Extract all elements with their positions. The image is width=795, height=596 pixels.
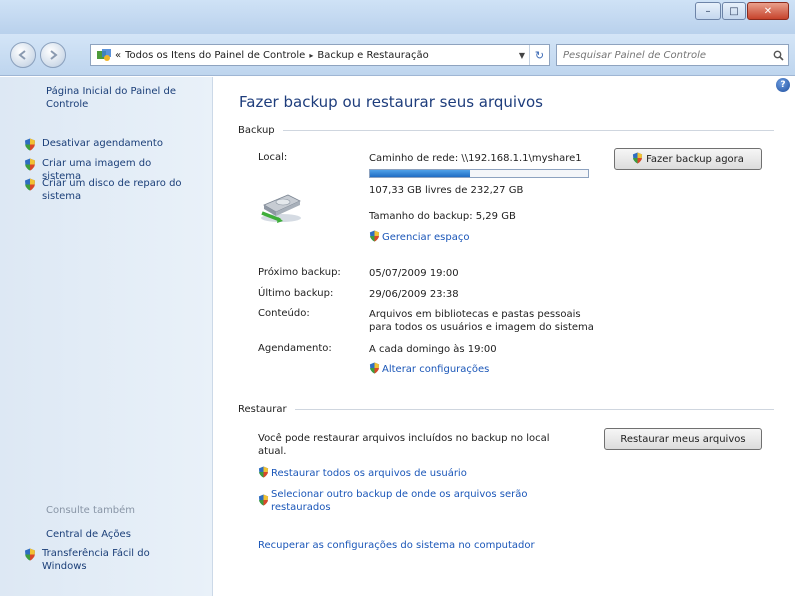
back-arrow-icon [18,50,26,60]
manage-space-label: Gerenciar espaço [382,232,470,243]
backup-now-label: Fazer backup agora [646,153,744,165]
control-panel-icon [95,47,113,63]
backup-drive-icon [261,194,301,223]
caption-buttons: – □ ✕ [694,2,789,20]
address-dropdown[interactable]: ▼ [515,51,529,60]
task-pane: Página Inicial do Painel de Controle Des… [0,77,213,596]
backup-size-text: Tamanho do backup: 5,29 GB [369,211,516,222]
refresh-button[interactable]: ↻ [529,45,549,65]
location-label: Local: [258,152,288,163]
search-icon[interactable] [768,50,788,61]
sidebar-home-link[interactable]: Página Inicial do Painel de Controle [46,85,196,111]
shield-icon [632,152,643,167]
sidebar-item-create-repair-disc[interactable]: Criar um disco de reparo do sistema [24,177,192,203]
disk-usage-fill [370,170,471,177]
sidebar-item-label: Criar um disco de reparo do sistema [42,178,182,202]
free-space-text: 107,33 GB livres de 232,27 GB [369,185,524,196]
shield-icon [258,466,269,481]
breadcrumb: « Todos os Itens do Painel de Controle ▸… [113,50,515,61]
recover-system-settings-link[interactable]: Recuperar as configurações do sistema no… [258,540,535,551]
close-button[interactable]: ✕ [747,2,789,20]
breadcrumb-backup-restore[interactable]: Backup e Restauração [317,50,428,61]
restore-my-files-button[interactable]: Restaurar meus arquivos [604,428,762,450]
sidebar-item-label: Transferência Fácil do Windows [42,548,150,572]
restore-heading: Restaurar [238,404,287,415]
forward-arrow-icon [50,50,58,60]
sidebar-item-action-center[interactable]: Central de Ações [46,528,131,541]
sidebar-item-disable-schedule[interactable]: Desativar agendamento [24,137,192,154]
section-divider [282,130,774,131]
backup-heading: Backup [238,125,275,136]
breadcrumb-overflow[interactable]: « [115,50,121,61]
next-backup-value: 05/07/2009 19:00 [369,268,459,279]
search-box[interactable] [556,44,789,66]
change-settings-label: Alterar configurações [382,364,490,375]
breadcrumb-separator[interactable]: ▸ [309,51,313,60]
change-settings-link[interactable]: Alterar configurações [369,362,489,377]
help-icon[interactable]: ? [776,78,790,92]
restore-all-users-label: Restaurar todos os arquivos de usuário [271,468,467,479]
restore-all-users-link[interactable]: Restaurar todos os arquivos de usuário [258,466,467,481]
next-backup-label: Próximo backup: [258,267,341,278]
disk-usage-bar [369,169,589,178]
search-input[interactable] [563,49,768,61]
shield-icon [24,158,36,174]
shield-icon [24,178,36,194]
restore-description-line1: Você pode restaurar arquivos incluídos n… [258,433,550,444]
last-backup-value: 29/06/2009 23:38 [369,289,459,300]
last-backup-label: Último backup: [258,288,334,299]
shield-icon [258,494,269,509]
refresh-icon: ↻ [534,48,545,62]
back-button[interactable] [10,42,36,68]
backup-section-header: Backup [238,125,774,136]
manage-space-link[interactable]: Gerenciar espaço [369,230,469,245]
select-other-backup-label-line2: restaurados [271,502,331,513]
maximize-button[interactable]: □ [722,2,746,20]
shield-icon [369,230,380,245]
contents-value-line2: para todos os usuários e imagem do siste… [369,322,594,333]
select-other-backup-label-line1: Selecionar outro backup de onde os arqui… [271,489,528,500]
sidebar-item-easy-transfer[interactable]: Transferência Fácil do Windows [24,547,192,573]
restore-my-files-label: Restaurar meus arquivos [620,433,746,445]
schedule-value: A cada domingo às 19:00 [369,344,497,355]
shield-icon [24,548,36,564]
restore-section-header: Restaurar [238,404,774,415]
see-also-heading: Consulte também [46,505,136,516]
shield-icon [24,138,36,154]
page-title: Fazer backup ou restaurar seus arquivos [239,93,543,111]
backup-now-button[interactable]: Fazer backup agora [614,148,762,170]
sidebar-item-label: Desativar agendamento [42,138,163,149]
forward-button[interactable] [40,42,66,68]
breadcrumb-control-panel-items[interactable]: Todos os Itens do Painel de Controle [125,50,305,61]
contents-value-line1: Arquivos em bibliotecas e pastas pessoai… [369,309,581,320]
select-other-backup-link[interactable]: Selecionar outro backup de onde os arqui… [258,488,527,514]
title-bar: – □ ✕ [0,0,795,34]
schedule-label: Agendamento: [258,343,332,354]
section-divider [294,409,774,410]
navigation-bar: « Todos os Itens do Painel de Controle ▸… [0,34,795,76]
address-bar[interactable]: « Todos os Itens do Painel de Controle ▸… [90,44,550,66]
location-value: Caminho de rede: \\192.168.1.1\myshare1 [369,153,582,164]
contents-label: Conteúdo: [258,308,310,319]
minimize-button[interactable]: – [695,2,721,20]
shield-icon [369,362,380,377]
restore-description-line2: atual. [258,446,287,457]
